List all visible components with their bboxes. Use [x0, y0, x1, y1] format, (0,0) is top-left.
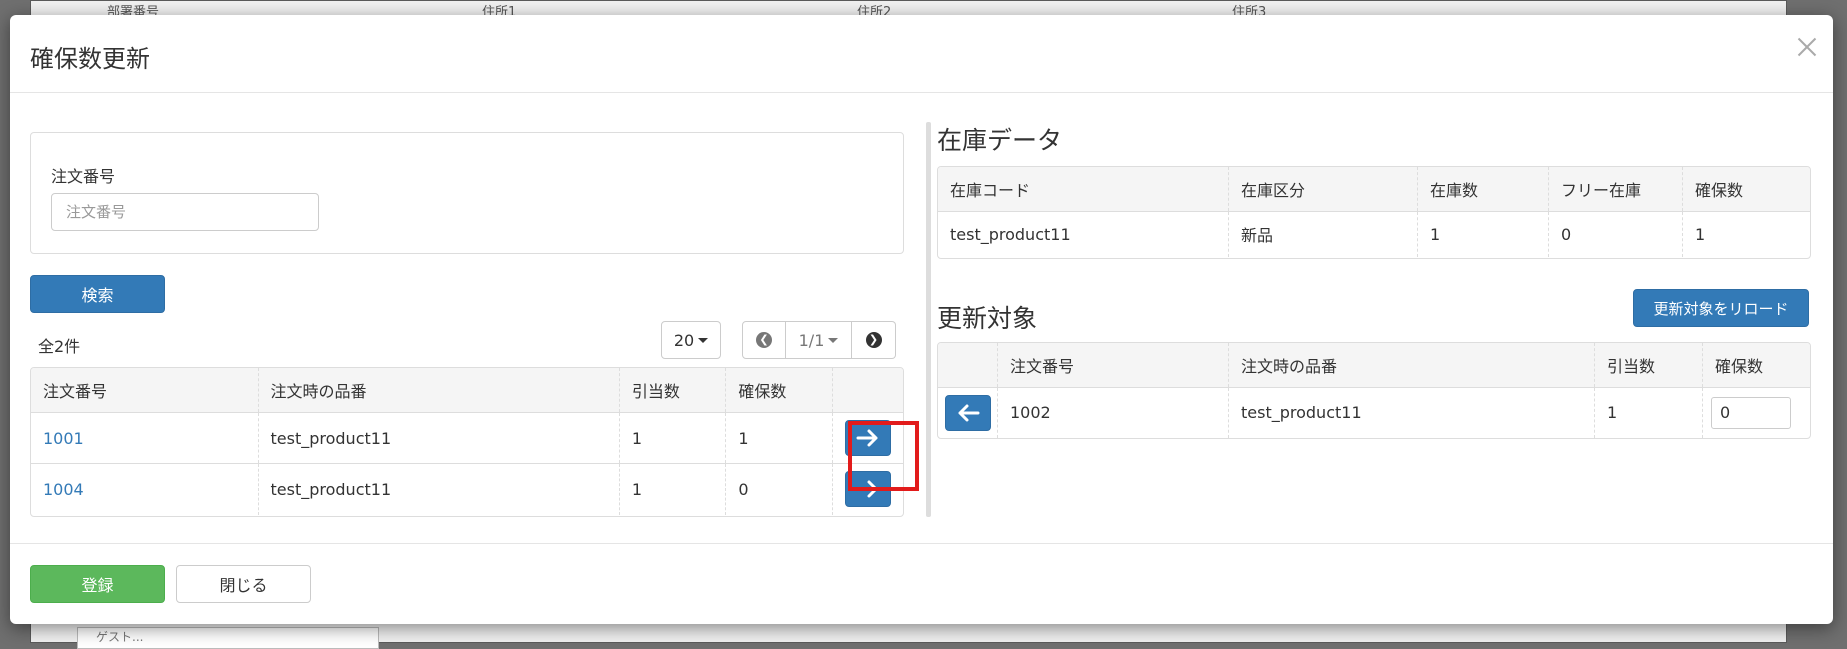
update-target-title: 更新対象	[937, 304, 1038, 333]
modal-footer: 登録 閉じる	[10, 543, 1833, 625]
reserved-cell: 1	[725, 412, 833, 464]
reserved-qty-input[interactable]	[1711, 396, 1791, 429]
order-number-cell: 1001	[31, 412, 259, 464]
column-header: 在庫コード	[938, 167, 1229, 212]
column-header: 在庫区分	[1228, 167, 1418, 212]
reload-targets-button[interactable]: 更新対象をリロード	[1633, 289, 1809, 327]
order-number-link[interactable]: 1004	[43, 480, 84, 499]
stock-code-cell: test_product11	[938, 211, 1229, 257]
background-table-header: 部署番号 住所1 住所2 住所3	[73, 1, 1573, 20]
product-cell: test_product11	[258, 463, 620, 515]
orders-table-header: 注文番号 注文時の品番 引当数 確保数	[31, 368, 903, 413]
per-page-value: 20	[673, 330, 695, 350]
column-header-action	[938, 343, 998, 388]
free-stock-cell: 0	[1548, 211, 1683, 257]
background-header-cell: 部署番号	[107, 5, 160, 20]
column-header: 注文番号	[997, 343, 1229, 388]
column-header-action	[832, 368, 903, 413]
column-header: 確保数	[1702, 343, 1810, 388]
column-header: 引当数	[1594, 343, 1703, 388]
panel-divider	[926, 122, 931, 517]
order-number-cell: 1002	[997, 387, 1229, 438]
result-count: 全2件	[38, 337, 81, 356]
orders-table-wrapper: 注文番号 注文時の品番 引当数 確保数 1001 test_product11 …	[30, 367, 904, 517]
move-back-button[interactable]	[944, 394, 991, 431]
column-header: 注文番号	[31, 368, 259, 413]
column-header: 注文時の品番	[1228, 343, 1595, 388]
targets-table-wrapper: 注文番号 注文時の品番 引当数 確保数 1002 test_product11 …	[937, 342, 1811, 439]
allocated-cell: 1	[619, 412, 727, 464]
modal-title: 確保数更新	[30, 45, 150, 73]
allocated-cell: 1	[1594, 387, 1703, 438]
search-button[interactable]: 検索	[30, 275, 165, 313]
column-header: フリー在庫	[1548, 167, 1683, 212]
background-header-cell: 住所2	[857, 5, 892, 20]
allocated-cell: 1	[619, 463, 727, 515]
prev-page-button[interactable]: ❮	[742, 321, 786, 359]
chevron-right-circle-icon: ❯	[865, 332, 882, 348]
register-button[interactable]: 登録	[30, 565, 165, 603]
close-icon[interactable]	[1793, 33, 1821, 61]
close-button[interactable]: 閉じる	[176, 565, 311, 603]
targets-table: 注文番号 注文時の品番 引当数 確保数 1002 test_product11 …	[938, 343, 1810, 438]
product-cell: test_product11	[258, 412, 620, 464]
background-input: ゲスト...	[77, 627, 379, 649]
next-page-button[interactable]: ❯	[852, 321, 896, 359]
column-header: 注文時の品番	[258, 368, 620, 413]
order-number-input[interactable]	[51, 193, 319, 231]
table-row: 1004 test_product11 1 0	[31, 463, 903, 515]
background-header-cell: 住所3	[1232, 5, 1267, 20]
caret-down-icon	[828, 337, 839, 343]
caret-down-icon	[698, 337, 709, 343]
stock-table-header: 在庫コード 在庫区分 在庫数 フリー在庫 確保数	[938, 167, 1810, 212]
chevron-left-circle-icon: ❮	[756, 332, 772, 348]
modal-header: 確保数更新	[10, 15, 1833, 93]
order-number-cell: 1004	[31, 463, 259, 515]
reserved-input-cell	[1702, 387, 1810, 438]
column-header: 引当数	[619, 368, 727, 413]
reservation-update-modal: 確保数更新 注文番号 検索 全2件 20 ❮ 1/1 ❯ 注文番号 注文時の品番	[10, 15, 1833, 624]
highlight-box	[848, 421, 919, 491]
stock-table: 在庫コード 在庫区分 在庫数 フリー在庫 確保数 test_product11 …	[938, 167, 1810, 257]
page-select[interactable]: 1/1	[786, 321, 852, 359]
column-header: 確保数	[725, 368, 833, 413]
background-input-text: ゲスト...	[96, 630, 144, 644]
per-page-select[interactable]: 20	[661, 321, 721, 359]
column-header: 確保数	[1682, 167, 1810, 212]
table-row: test_product11 新品 1 0 1	[938, 211, 1810, 257]
orders-table: 注文番号 注文時の品番 引当数 確保数 1001 test_product11 …	[31, 368, 903, 515]
action-cell	[938, 387, 998, 438]
page-indicator: 1/1	[798, 330, 825, 350]
order-number-link[interactable]: 1001	[43, 429, 84, 448]
stock-qty-cell: 1	[1417, 211, 1549, 257]
search-panel: 注文番号	[30, 132, 904, 254]
background-header-cell: 住所1	[482, 5, 517, 20]
reserved-cell: 1	[1682, 211, 1810, 257]
targets-table-header: 注文番号 注文時の品番 引当数 確保数	[938, 343, 1810, 388]
table-row: 1001 test_product11 1 1	[31, 412, 903, 464]
arrow-left-icon	[958, 404, 979, 422]
column-header: 在庫数	[1417, 167, 1549, 212]
product-cell: test_product11	[1228, 387, 1595, 438]
table-row: 1002 test_product11 1	[938, 387, 1810, 438]
order-number-label: 注文番号	[51, 167, 116, 186]
stock-category-cell: 新品	[1228, 211, 1418, 257]
stock-table-wrapper: 在庫コード 在庫区分 在庫数 フリー在庫 確保数 test_product11 …	[937, 166, 1811, 259]
reserved-cell: 0	[725, 463, 833, 515]
pagination: ❮ 1/1 ❯	[742, 321, 896, 359]
stock-data-title: 在庫データ	[937, 126, 1063, 155]
